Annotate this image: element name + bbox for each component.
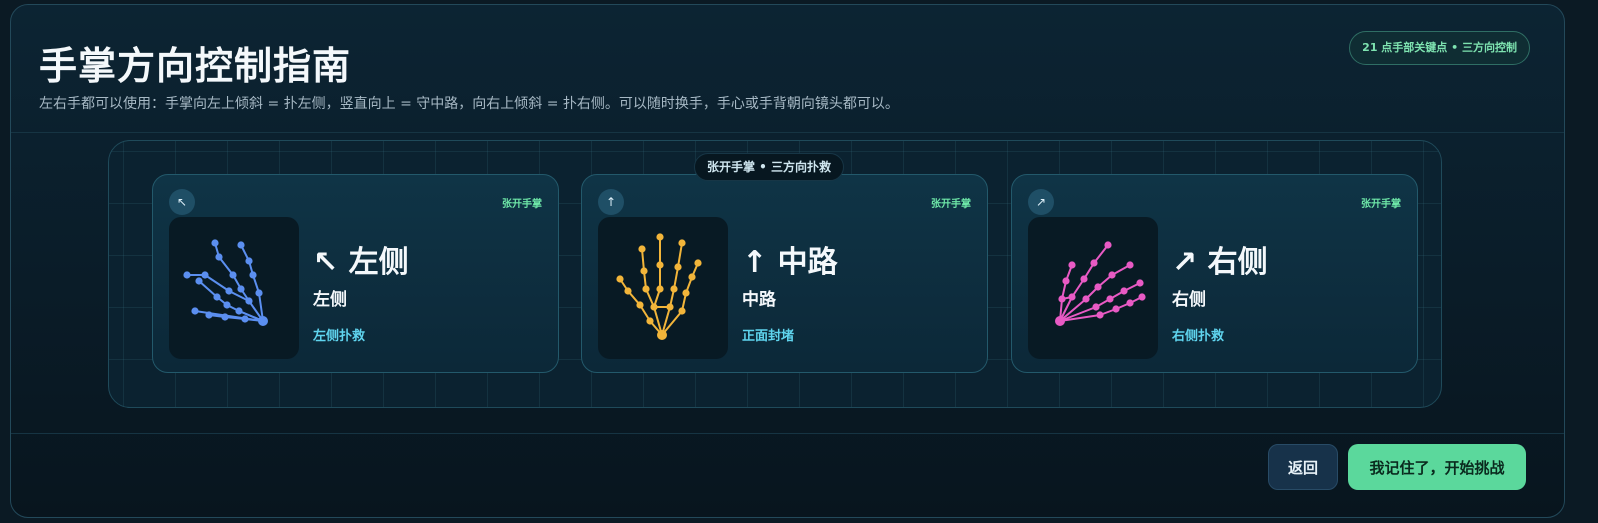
action-label: 左侧扑救 [313,329,366,344]
direction-title: ↗ 右侧 [1172,245,1268,280]
modal-header: 手掌方向控制指南 左右手都可以使用：手掌向左上倾斜 = 扑左侧，竖直向上 = 守… [11,5,1564,133]
direction-title: ↑ 中路 [742,245,838,280]
card-left: ↖ 张开手掌 ↖ 左侧 左侧 左侧扑救 [152,174,559,373]
action-label: 正面封堵 [742,329,795,344]
direction-title: ↖ 左侧 [313,245,409,280]
card-tag: 张开手掌 [502,199,542,210]
keypoints-badge: 21 点手部关键点 • 三方向控制 [1349,31,1530,65]
action-label: 右侧扑救 [1172,329,1225,344]
direction-label: 中路 [742,290,776,310]
hand-illustration-center [598,217,728,359]
hand-illustration-right [1028,217,1158,359]
direction-label: 右侧 [1172,290,1206,310]
card-tag: 张开手掌 [1361,199,1401,210]
card-right: ↗ 张开手掌 ↗ 右侧 右侧 右侧扑救 [1011,174,1418,373]
page-subtitle: 左右手都可以使用：手掌向左上倾斜 = 扑左侧，竖直向上 = 守中路，向右上倾斜 … [39,96,899,112]
start-challenge-button[interactable]: 我记住了，开始挑战 [1348,444,1526,490]
direction-label: 左侧 [313,290,347,310]
hand-center-icon [616,233,702,340]
hand-illustration-left [169,217,299,359]
page-title: 手掌方向控制指南 [39,44,352,88]
back-button[interactable]: 返回 [1268,444,1338,490]
card-tag: 张开手掌 [931,199,971,210]
arrow-up-icon: ↑ [598,189,624,215]
arrow-up-right-icon: ↗ [1028,189,1054,215]
hand-left-icon [183,239,268,326]
arrow-up-left-icon: ↖ [169,189,195,215]
stage-pill: 张开手掌 • 三方向扑救 [694,153,845,181]
hand-right-icon [1055,241,1146,326]
card-center: ↑ 张开手掌 ↑ 中路 中路 正面封堵 [581,174,988,373]
